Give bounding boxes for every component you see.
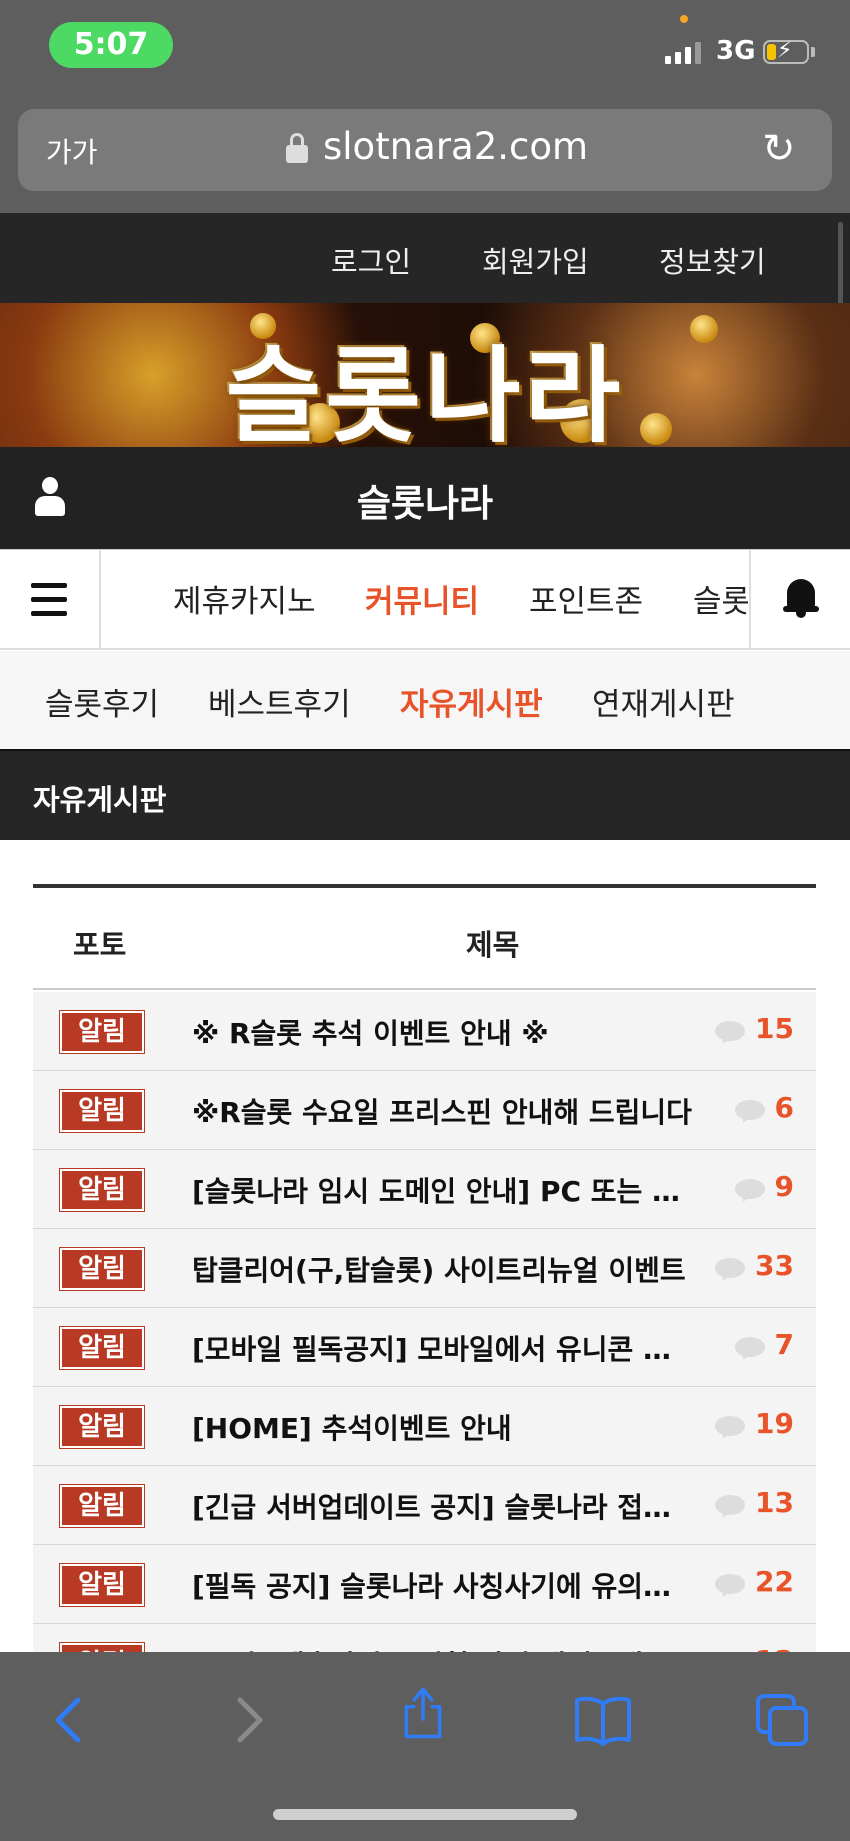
lock-icon	[286, 133, 308, 163]
post-row[interactable]: 알림 [긴급 서버업데이트 공지] 슬롯나라 접속 안내 13	[33, 1466, 816, 1545]
post-row[interactable]: 알림 [필독 공지] 슬롯나라 사칭사기에 유의하세요 22	[33, 1545, 816, 1624]
post-row[interactable]: 알림 ※ R슬롯 추석 이벤트 안내 ※ 15	[33, 992, 816, 1071]
subtab-serial-board[interactable]: 연재게시판	[592, 679, 735, 724]
back-icon[interactable]	[48, 1692, 88, 1748]
post-title[interactable]: ※ R슬롯 추석 이벤트 안내 ※	[192, 1012, 692, 1052]
main-tabs-scroller[interactable]: 제휴카지노 커뮤니티 포인트존 슬롯	[103, 550, 748, 649]
comment-count: 22	[755, 1565, 794, 1598]
board-header: 자유게시판	[0, 749, 850, 840]
post-title[interactable]: [모바일 필독공지] 모바일에서 유니콘 이용	[192, 1328, 692, 1368]
subtab-slot-review[interactable]: 슬롯후기	[45, 679, 159, 724]
notice-badge: 알림	[59, 1010, 145, 1054]
subtab-free-board[interactable]: 자유게시판	[400, 679, 543, 724]
main-menu: 제휴카지노 커뮤니티 포인트존 슬롯	[0, 549, 850, 650]
comment-count: 9	[774, 1170, 794, 1203]
site-header: 슬롯나라	[0, 447, 850, 549]
comment-icon	[715, 1574, 746, 1600]
status-time: 5:07	[49, 22, 173, 68]
post-title[interactable]: [필독 공지] 슬롯나라 사칭사기에 유의하세요	[192, 1565, 692, 1605]
post-title[interactable]: [HOME] 추석이벤트 안내	[192, 1407, 692, 1447]
post-title[interactable]: [슬롯나라 임시 도메인 안내] PC 또는 모바일	[192, 1170, 692, 1210]
site-banner[interactable]: 슬롯나라	[0, 303, 850, 447]
post-row[interactable]: 알림 [HOME] 추석이벤트 안내 19	[33, 1387, 816, 1466]
comment-count: 15	[755, 1012, 794, 1045]
tab-partner-casino[interactable]: 제휴카지노	[173, 576, 316, 621]
tab-slot[interactable]: 슬롯	[693, 576, 748, 621]
text-size-button[interactable]: 가가	[46, 131, 98, 171]
column-header-photo: 포토	[73, 928, 127, 962]
bell-icon	[783, 576, 819, 618]
comment-icon	[734, 1100, 765, 1126]
reload-icon[interactable]: ↻	[762, 129, 796, 169]
notice-badge: 알림	[59, 1405, 145, 1449]
comment-icon	[715, 1258, 746, 1284]
banner-logo: 슬롯나라	[225, 335, 625, 447]
column-header-title: 제목	[466, 928, 520, 962]
cellular-signal-icon	[665, 42, 701, 64]
bookmarks-icon[interactable]	[574, 1692, 632, 1748]
notice-badge: 알림	[59, 1247, 145, 1291]
status-bar: 5:07 3G ⚡	[0, 0, 850, 105]
login-link[interactable]: 로그인	[331, 239, 411, 281]
comment-count: 19	[755, 1407, 794, 1440]
post-title[interactable]: ※R슬롯 수요일 프리스핀 안내해 드립니다	[192, 1091, 692, 1131]
tab-point-zone[interactable]: 포인트존	[529, 576, 643, 621]
comment-icon	[734, 1179, 765, 1205]
hamburger-menu-icon[interactable]	[0, 550, 101, 649]
comment-count: 33	[755, 1249, 794, 1282]
notification-button[interactable]	[749, 550, 850, 649]
battery-tip	[811, 47, 815, 57]
comment-icon	[715, 1416, 746, 1442]
tab-community[interactable]: 커뮤니티	[365, 576, 479, 621]
site-name[interactable]: 슬롯나라	[0, 473, 850, 527]
top-navigation: 로그인 회원가입 정보찾기	[0, 213, 850, 303]
comment-count: 13	[755, 1486, 794, 1519]
post-row[interactable]: 알림 [모바일 필독공지] 모바일에서 유니콘 이용 7	[33, 1308, 816, 1387]
post-title[interactable]: [긴급 서버업데이트 공지] 슬롯나라 접속 안내	[192, 1486, 692, 1526]
share-icon[interactable]	[398, 1684, 448, 1740]
sub-menu: 슬롯후기 베스트후기 자유게시판 연재게시판	[0, 651, 850, 749]
signup-link[interactable]: 회원가입	[482, 239, 589, 281]
battery-charging-icon: ⚡	[763, 38, 809, 64]
notice-badge: 알림	[59, 1563, 145, 1607]
post-title[interactable]: 탑클리어(구,탑슬롯) 사이트리뉴얼 이벤트	[192, 1249, 692, 1289]
url-text[interactable]: slotnara2.com	[323, 125, 588, 168]
network-type: 3G	[716, 36, 756, 66]
tabs-icon[interactable]	[754, 1692, 810, 1748]
notice-badge: 알림	[59, 1089, 145, 1133]
notice-badge: 알림	[59, 1326, 145, 1370]
notice-badge: 알림	[59, 1484, 145, 1528]
post-row[interactable]: 알림 ※R슬롯 수요일 프리스핀 안내해 드립니다 6	[33, 1071, 816, 1150]
post-row[interactable]: 알림 [슬롯나라 임시 도메인 안내] PC 또는 모바일 9	[33, 1150, 816, 1229]
list-header: 포토 제목	[33, 888, 816, 990]
post-row[interactable]: 알림 탑클리어(구,탑슬롯) 사이트리뉴얼 이벤트 33	[33, 1229, 816, 1308]
subtab-best-review[interactable]: 베스트후기	[208, 679, 351, 724]
comment-icon	[715, 1495, 746, 1521]
privacy-indicator-dot	[680, 15, 688, 23]
comment-count: 6	[774, 1091, 794, 1124]
comment-icon	[715, 1021, 746, 1047]
board-title: 자유게시판	[33, 783, 167, 817]
find-info-link[interactable]: 정보찾기	[659, 239, 766, 281]
home-indicator	[273, 1809, 577, 1820]
forward-icon[interactable]	[230, 1692, 270, 1748]
notice-badge: 알림	[59, 1168, 145, 1212]
comment-count: 7	[774, 1328, 794, 1361]
comment-icon	[734, 1337, 765, 1363]
address-bar[interactable]: 가가 slotnara2.com ↻	[18, 109, 832, 191]
